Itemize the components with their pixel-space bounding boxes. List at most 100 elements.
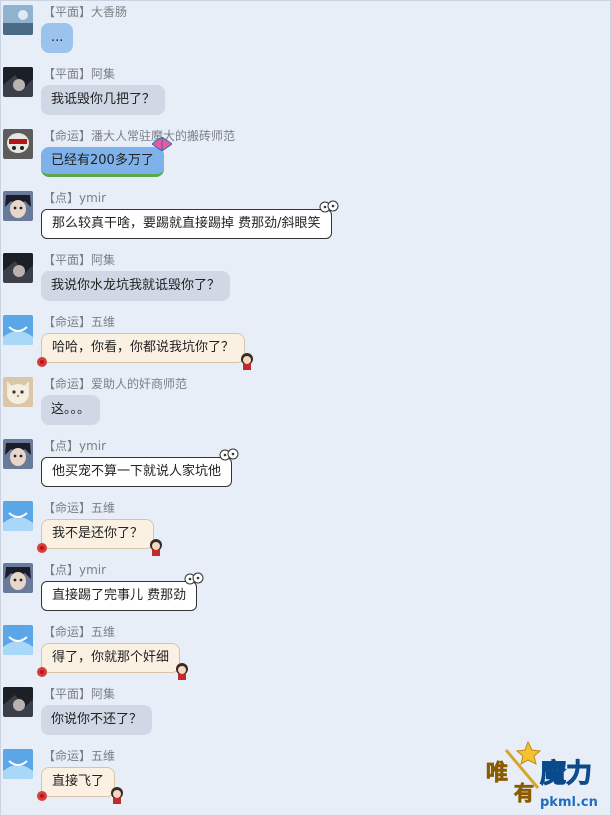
- sender-line: 【命运】五维: [43, 747, 115, 764]
- chat-message: 【平面】大香肠...: [1, 1, 611, 63]
- sender-group-tag: 【平面】: [43, 67, 92, 81]
- sender-line: 【命运】五维: [43, 313, 115, 330]
- message-bubble[interactable]: 已经有200多万了: [41, 137, 172, 177]
- chibi-girl-icon: [111, 787, 124, 804]
- chibi-girl-icon: [241, 353, 254, 370]
- sender-group-tag: 【命运】: [43, 129, 92, 143]
- rose-icon: [37, 357, 47, 367]
- avatar-dark-hair-icon[interactable]: [3, 67, 33, 97]
- sender-name[interactable]: 大香肠: [91, 5, 127, 19]
- message-bubble[interactable]: ...: [41, 23, 74, 53]
- sender-name[interactable]: 五维: [91, 501, 115, 515]
- avatar-anime-boy-icon[interactable]: [3, 191, 33, 221]
- avatar-anime-boy-icon[interactable]: [3, 563, 33, 593]
- message-bubble[interactable]: 得了，你就那个奸细: [37, 643, 189, 680]
- avatar-dark-hair-icon[interactable]: [3, 687, 33, 717]
- sender-line: 【点】ymir: [43, 437, 106, 454]
- avatar-anime-boy-icon[interactable]: [3, 439, 33, 469]
- sender-line: 【点】ymir: [43, 561, 106, 578]
- sender-group-tag: 【命运】: [43, 625, 92, 639]
- message-bubble[interactable]: 我说你水龙坑我就诋毁你了？: [41, 271, 231, 301]
- rose-icon: [37, 667, 47, 677]
- sender-name[interactable]: 阿集: [91, 253, 115, 267]
- sender-group-tag: 【命运】: [43, 315, 92, 329]
- speech-cloud-icon: [184, 572, 204, 585]
- chat-message: 【平面】阿集你说你不还了？: [1, 683, 611, 745]
- sender-group-tag: 【平面】: [43, 687, 92, 701]
- watermark-char-wei: 唯: [486, 761, 508, 786]
- avatar-dark-hair-icon[interactable]: [3, 253, 33, 283]
- chat-message: 【点】ymir 直接踢了完事儿 费那劲: [1, 559, 611, 621]
- sender-name[interactable]: 五维: [91, 749, 115, 763]
- chibi-girl-icon: [176, 663, 189, 680]
- avatar-blue-smile-icon[interactable]: [3, 501, 33, 531]
- sender-group-tag: 【命运】: [43, 749, 92, 763]
- sender-group-tag: 【平面】: [43, 5, 92, 19]
- chat-message: 【点】ymir 那么较真干啥，要踢就直接踢掉 费那劲/斜眼笑: [1, 187, 611, 249]
- sender-group-tag: 【点】: [43, 563, 80, 577]
- message-text: 我不是还你了？: [52, 526, 144, 541]
- sender-group-tag: 【命运】: [43, 377, 92, 391]
- message-bubble[interactable]: 哈哈，你看，你都说我坑你了？: [37, 333, 254, 370]
- message-text: 得了，你就那个奸细: [52, 650, 170, 665]
- message-text: 我诋毁你几把了？: [51, 92, 156, 107]
- message-text: 我说你水龙坑我就诋毁你了？: [51, 278, 221, 293]
- avatar-cat-icon[interactable]: [3, 377, 33, 407]
- message-bubble[interactable]: 你说你不还了？: [41, 705, 153, 735]
- avatar-blue-smile-icon[interactable]: [3, 749, 33, 779]
- sender-line: 【命运】潘大人常驻魔大的搬砖师范: [43, 127, 235, 144]
- sender-line: 【点】ymir: [43, 189, 106, 206]
- chat-window: 【平面】大香肠... 【平面】阿集 我诋毁你几把了？ 【命运】潘大人常驻魔大的搬砖师范…: [0, 0, 611, 816]
- message-text: 直接踢了完事儿 费那劲: [52, 588, 187, 603]
- chat-message: 【命运】五维得了，你就那个奸细: [1, 621, 611, 683]
- sender-line: 【平面】阿集: [43, 685, 115, 702]
- message-bubble[interactable]: 我诋毁你几把了？: [41, 85, 166, 115]
- chat-message: 【命运】五维我不是还你了？: [1, 497, 611, 559]
- sender-line: 【命运】五维: [43, 499, 115, 516]
- speech-cloud-icon: [319, 200, 339, 213]
- message-bubble[interactable]: 直接飞了: [37, 767, 124, 804]
- sender-name[interactable]: 爱助人的奸商师范: [91, 377, 187, 391]
- sender-name[interactable]: 阿集: [91, 687, 115, 701]
- sender-group-tag: 【点】: [43, 191, 80, 205]
- message-bubble[interactable]: 直接踢了完事儿 费那劲: [41, 572, 204, 611]
- watermark-char-you: 有: [514, 781, 534, 805]
- message-text: 你说你不还了？: [51, 712, 143, 727]
- sender-name[interactable]: ymir: [79, 563, 106, 577]
- sender-line: 【平面】阿集: [43, 251, 115, 268]
- message-bubble[interactable]: 那么较真干啥，要踢就直接踢掉 费那劲/斜眼笑: [41, 200, 339, 239]
- sender-name[interactable]: 五维: [91, 315, 115, 329]
- avatar-sky-icon[interactable]: [3, 5, 33, 35]
- chat-message: 【点】ymir 他买宠不算一下就说人家坑他: [1, 435, 611, 497]
- message-bubble[interactable]: 我不是还你了？: [37, 519, 163, 556]
- sender-group-tag: 【平面】: [43, 253, 92, 267]
- chat-message: 【平面】阿集我说你水龙坑我就诋毁你了？: [1, 249, 611, 311]
- sender-name[interactable]: 阿集: [91, 67, 115, 81]
- avatar-blue-smile-icon[interactable]: [3, 625, 33, 655]
- message-bubble[interactable]: 他买宠不算一下就说人家坑他: [41, 448, 239, 487]
- message-text: 这。。。: [51, 402, 91, 417]
- message-text: 哈哈，你看，你都说我坑你了？: [52, 340, 235, 355]
- chibi-girl-icon: [150, 539, 163, 556]
- rose-icon: [37, 791, 47, 801]
- sender-line: 【平面】阿集: [43, 65, 115, 82]
- sender-group-tag: 【点】: [43, 439, 80, 453]
- chat-message: 【平面】阿集我诋毁你几把了？: [1, 63, 611, 125]
- sender-line: 【平面】大香肠: [43, 3, 127, 20]
- watermark-url: pkml.cn: [540, 795, 598, 810]
- sender-name[interactable]: 五维: [91, 625, 115, 639]
- avatar-blue-smile-icon[interactable]: [3, 315, 33, 345]
- sender-group-tag: 【命运】: [43, 501, 92, 515]
- avatar-skull-mask-icon[interactable]: [3, 129, 33, 159]
- sender-line: 【命运】五维: [43, 623, 115, 640]
- message-bubble[interactable]: 这。。。: [41, 395, 101, 425]
- sender-name[interactable]: ymir: [79, 191, 106, 205]
- chat-message: 【命运】潘大人常驻魔大的搬砖师范已经有200多万了: [1, 125, 611, 187]
- kite-icon: [151, 137, 172, 151]
- message-text: 那么较真干啥，要踢就直接踢掉 费那劲/斜眼笑: [52, 216, 321, 231]
- message-text: 已经有200多万了: [51, 153, 154, 168]
- sender-name[interactable]: ymir: [79, 439, 106, 453]
- chat-message: 【命运】爱助人的奸商师范 这。。。: [1, 373, 611, 435]
- sender-line: 【命运】爱助人的奸商师范: [43, 375, 187, 392]
- watermark-text-moli: 魔力: [540, 759, 592, 789]
